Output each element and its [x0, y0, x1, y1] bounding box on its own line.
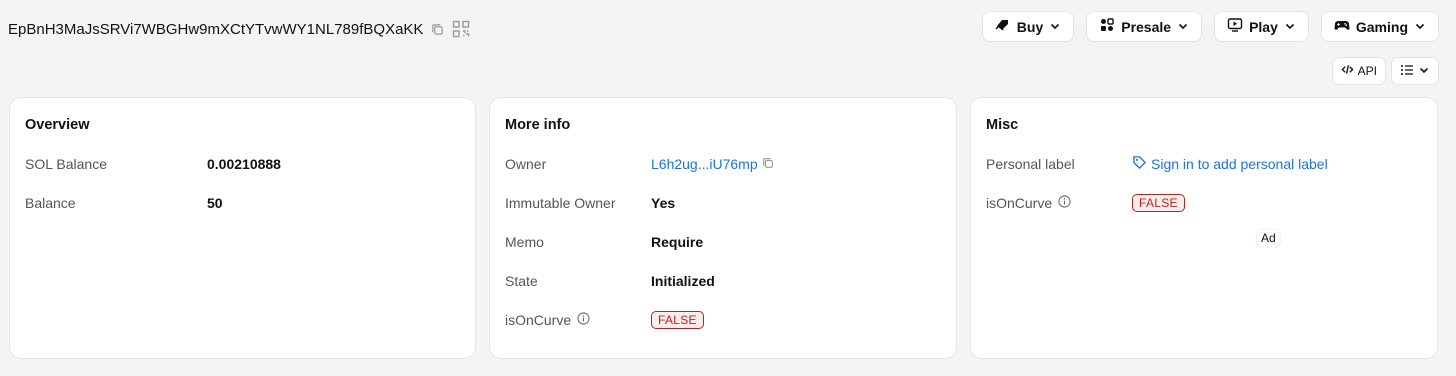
owner-value: L6h2ug...iU76mp — [651, 156, 774, 172]
row-key: Personal label — [986, 156, 1075, 172]
overview-row: SOL Balance 0.00210888 — [25, 154, 460, 174]
row-key: Immutable Owner — [505, 195, 616, 211]
code-icon — [1341, 63, 1354, 79]
play-icon — [1227, 17, 1243, 36]
row-key: Memo — [505, 234, 544, 250]
info-icon[interactable] — [577, 312, 590, 328]
gaming-button[interactable]: Gaming — [1320, 11, 1439, 42]
secondary-toolbar: API — [1331, 57, 1439, 85]
more-info-row: Immutable Owner Yes — [505, 193, 941, 213]
more-info-row: Memo Require — [505, 232, 941, 252]
row-key: State — [505, 273, 538, 289]
buy-button[interactable]: Buy — [981, 11, 1075, 42]
balance-value: 50 — [207, 195, 223, 211]
false-badge: FALSE — [1132, 194, 1185, 212]
api-label: API — [1357, 64, 1377, 78]
more-info-card: More info Owner L6h2ug...iU76mp Immutabl… — [489, 97, 957, 359]
more-info-row: isOnCurve FALSE — [505, 310, 941, 330]
tag-icon — [1132, 155, 1147, 173]
list-icon — [1400, 63, 1414, 80]
is-on-curve-value: FALSE — [1132, 194, 1185, 212]
chevron-down-icon — [1177, 19, 1189, 35]
address-row: EpBnH3MaJsSRVi7WBGHw9mXCtYTvwWY1NL789fBQ… — [8, 20, 470, 38]
more-info-row: State Initialized — [505, 271, 941, 291]
more-info-title: More info — [505, 117, 571, 133]
info-icon[interactable] — [1058, 195, 1071, 211]
is-on-curve-label: isOnCurve — [505, 312, 572, 328]
api-button[interactable]: API — [1331, 57, 1386, 85]
address-text: EpBnH3MaJsSRVi7WBGHw9mXCtYTvwWY1NL789fBQ… — [8, 20, 424, 38]
row-key: Balance — [25, 195, 76, 211]
chevron-down-icon — [1414, 19, 1426, 35]
ad-label[interactable]: Ad — [1257, 230, 1280, 246]
immutable-owner-value: Yes — [651, 195, 676, 211]
misc-title: Misc — [986, 117, 1019, 133]
chevron-down-icon — [1284, 19, 1296, 35]
chevron-down-icon — [1049, 19, 1061, 35]
overview-title: Overview — [25, 117, 90, 133]
view-menu-button[interactable] — [1391, 57, 1439, 85]
play-button[interactable]: Play — [1214, 11, 1309, 42]
row-key: Owner — [505, 156, 547, 172]
row-key: isOnCurve — [986, 195, 1071, 211]
overview-card: Overview SOL Balance 0.00210888 Balance … — [9, 97, 476, 359]
top-nav: Buy Presale Play Gaming — [981, 11, 1439, 42]
memo-value: Require — [651, 234, 704, 250]
state-value: Initialized — [651, 273, 715, 289]
sol-balance-value: 0.00210888 — [207, 156, 281, 172]
gaming-label: Gaming — [1355, 18, 1408, 35]
misc-card: Misc Personal label Sign in to add perso… — [970, 97, 1438, 359]
overview-row: Balance 50 — [25, 193, 460, 213]
copy-icon[interactable] — [431, 23, 444, 36]
misc-row: Personal label Sign in to add personal l… — [986, 154, 1422, 174]
personal-label-value: Sign in to add personal label — [1132, 155, 1328, 173]
play-label: Play — [1249, 18, 1278, 35]
is-on-curve-value: FALSE — [651, 311, 704, 329]
row-key: SOL Balance — [25, 156, 107, 172]
buy-label: Buy — [1016, 18, 1044, 35]
sign-in-link[interactable]: Sign in to add personal label — [1151, 156, 1328, 172]
row-key: isOnCurve — [505, 312, 590, 328]
more-info-row: Owner L6h2ug...iU76mp — [505, 154, 941, 174]
presale-icon — [1099, 17, 1115, 36]
qr-code-icon[interactable] — [452, 20, 470, 38]
is-on-curve-label: isOnCurve — [986, 195, 1053, 211]
chevron-down-icon — [1418, 64, 1430, 79]
presale-button[interactable]: Presale — [1086, 11, 1203, 42]
presale-label: Presale — [1121, 18, 1172, 35]
owner-link[interactable]: L6h2ug...iU76mp — [651, 156, 758, 172]
gamepad-icon — [1334, 17, 1350, 36]
misc-row: isOnCurve FALSE — [986, 193, 1422, 213]
buy-icon — [995, 17, 1011, 36]
copy-icon[interactable] — [762, 156, 774, 172]
false-badge: FALSE — [651, 311, 704, 329]
